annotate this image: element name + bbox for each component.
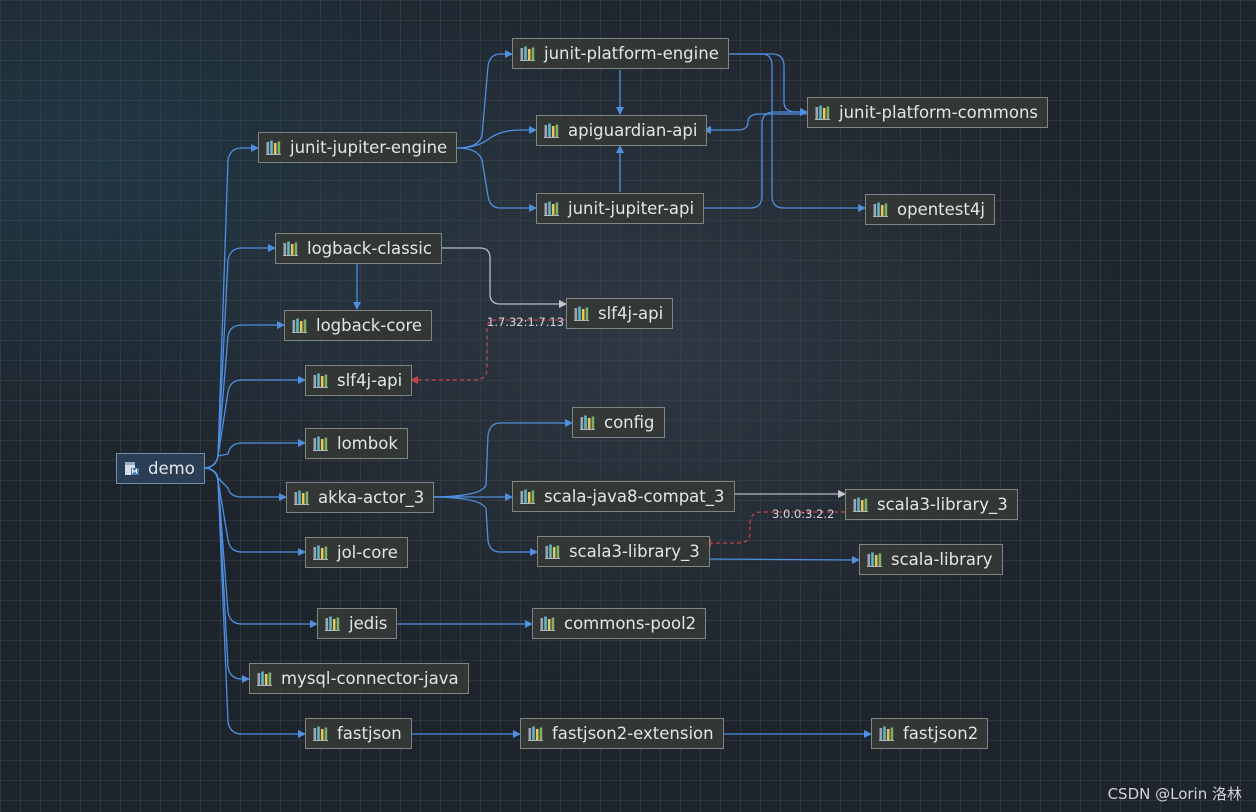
module-icon: [124, 461, 140, 476]
node-junit-platform-commons[interactable]: junit-platform-commons: [807, 97, 1049, 128]
node-label: jedis: [349, 614, 388, 633]
node-label: opentest4j: [897, 200, 985, 219]
edge-lc-slf4j2: [441, 247, 567, 308]
edge-jje-jja: [456, 147, 537, 212]
edge-jpe-jpc: [727, 53, 808, 116]
node-demo-root[interactable]: demo: [116, 453, 205, 484]
library-icon: [520, 46, 536, 61]
node-label: apiguardian-api: [568, 121, 698, 140]
node-akka-actor_3[interactable]: akka-actor_3: [286, 482, 435, 513]
node-junit-platform-engine[interactable]: junit-platform-engine: [512, 38, 729, 69]
node-apiguardian-api[interactable]: apiguardian-api: [536, 115, 708, 146]
library-icon: [294, 490, 310, 505]
node-label: mysql-connector-java: [281, 669, 459, 688]
edge-jje-jpe: [456, 50, 513, 149]
node-label: logback-classic: [307, 239, 432, 258]
node-fastjson[interactable]: fastjson: [305, 718, 412, 749]
library-icon: [580, 415, 596, 430]
edge-jja-jpc: [703, 108, 808, 209]
node-config[interactable]: config: [572, 407, 665, 438]
library-icon: [540, 616, 556, 631]
library-icon: [574, 306, 590, 321]
conflict-label-scala3: 3.0.0:3.2.2: [772, 507, 835, 521]
node-label: slf4j-api: [598, 304, 664, 323]
node-junit-jupiter-api[interactable]: junit-jupiter-api: [536, 193, 705, 224]
node-label: scala3-library_3: [877, 495, 1008, 514]
node-label: slf4j-api: [337, 371, 403, 390]
node-scala3-library_3[interactable]: scala3-library_3: [537, 536, 710, 567]
edge-jpc-apiguardian: [703, 113, 807, 134]
node-label: fastjson2: [903, 724, 979, 743]
library-icon: [528, 726, 544, 741]
node-label: scala-java8-compat_3: [544, 487, 725, 506]
node-label: akka-actor_3: [318, 488, 425, 507]
node-label: fastjson2-extension: [552, 724, 714, 743]
node-slf4j-api-transitive[interactable]: slf4j-api: [566, 298, 674, 329]
node-jol-core[interactable]: jol-core: [305, 537, 408, 568]
library-icon: [292, 318, 308, 333]
node-mysql-connector-java[interactable]: mysql-connector-java: [249, 663, 469, 694]
node-label: scala3-library_3: [569, 542, 700, 561]
library-icon: [879, 726, 895, 741]
library-icon: [853, 497, 869, 512]
node-lombok[interactable]: lombok: [305, 428, 408, 459]
edge-demo-slf4j-api: [202, 376, 306, 469]
node-scala-library[interactable]: scala-library: [859, 544, 1003, 575]
node-label: lombok: [337, 434, 398, 453]
edge-demo-mysql: [202, 467, 250, 683]
library-icon: [815, 105, 831, 120]
node-opentest4j[interactable]: opentest4j: [865, 194, 995, 225]
node-commons-pool2[interactable]: commons-pool2: [532, 608, 707, 639]
node-label: logback-core: [316, 316, 423, 335]
library-icon: [266, 140, 282, 155]
library-icon: [313, 373, 329, 388]
node-slf4j-api[interactable]: slf4j-api: [305, 365, 413, 396]
node-logback-core[interactable]: logback-core: [284, 310, 433, 341]
node-label: commons-pool2: [564, 614, 697, 633]
library-icon: [313, 726, 329, 741]
node-jedis[interactable]: jedis: [317, 608, 398, 639]
edge-demo-logback-classic: [202, 244, 276, 469]
node-label: junit-jupiter-engine: [290, 138, 448, 157]
library-icon: [283, 241, 299, 256]
node-label: junit-platform-engine: [544, 44, 719, 63]
node-label: fastjson: [337, 724, 402, 743]
library-icon: [544, 201, 560, 216]
node-scala-java8-compat_3[interactable]: scala-java8-compat_3: [512, 481, 735, 512]
node-label: junit-platform-commons: [839, 103, 1039, 122]
node-label: config: [604, 413, 655, 432]
node-junit-jupiter-engine[interactable]: junit-jupiter-engine: [258, 132, 458, 163]
edge-scala3-scala-library: [702, 555, 860, 564]
library-icon: [545, 544, 561, 559]
conflict-slf4j: [410, 319, 566, 384]
library-icon: [873, 202, 889, 217]
edge-jpe-opentest4j: [727, 53, 866, 212]
edge-demo-logback-core: [202, 321, 285, 469]
edge-jje-apiguardian: [456, 126, 537, 149]
conflict-label-slf4j: 1.7.32:1.7.13: [487, 315, 565, 329]
watermark: CSDN @Lorin 洛林: [1107, 785, 1242, 803]
library-icon: [313, 545, 329, 560]
library-icon: [313, 436, 329, 451]
node-logback-classic[interactable]: logback-classic: [275, 233, 442, 264]
node-label: demo: [148, 459, 195, 478]
library-icon: [257, 671, 273, 686]
library-icon: [544, 123, 560, 138]
node-scala3-library_3-transitive[interactable]: scala3-library_3: [845, 489, 1018, 520]
node-label: jol-core: [337, 543, 398, 562]
library-icon: [520, 489, 536, 504]
node-label: scala-library: [891, 550, 993, 569]
node-fastjson2[interactable]: fastjson2: [871, 718, 989, 749]
library-icon: [867, 552, 883, 567]
library-icon: [325, 616, 341, 631]
edge-demo-junit-jupiter-engine: [202, 144, 259, 469]
node-fastjson2-extension[interactable]: fastjson2-extension: [520, 718, 724, 749]
node-label: junit-jupiter-api: [568, 199, 695, 218]
